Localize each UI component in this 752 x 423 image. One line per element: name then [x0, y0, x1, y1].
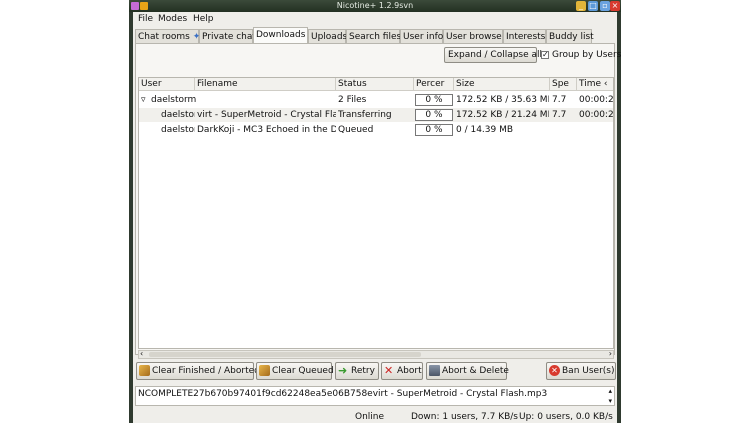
maximize-icon[interactable]: □: [588, 1, 598, 11]
log-window[interactable]: NCOMPLETE27b670b97401f9cd62248ea5e06B758…: [135, 386, 615, 406]
clear-queued-label: Clear Queued: [272, 366, 334, 376]
speed-cell: 7.7: [552, 95, 567, 105]
transfer-actions: Clear Finished / Aborted Clear Queued ➜ R…: [133, 362, 617, 380]
tab-label: Chat rooms: [138, 32, 190, 42]
menu-modes[interactable]: Modes: [158, 13, 187, 25]
abort-delete-label: Abort & Delete: [442, 366, 509, 376]
column-header-user[interactable]: User: [139, 78, 195, 91]
scroll-thumb[interactable]: [149, 352, 421, 357]
expander-icon[interactable]: ▿: [141, 93, 149, 107]
user-cell: daelstor: [161, 125, 195, 135]
scroll-right-icon[interactable]: ›: [609, 349, 612, 358]
status-bar: Online Down: 1 users, 7.7 KB/s Up: 0 use…: [133, 411, 617, 423]
expand-collapse-button[interactable]: Expand / Collapse all: [444, 47, 542, 63]
speed-cell: 7.7: [552, 110, 567, 120]
download-status: Down: 1 users, 7.7 KB/s: [411, 412, 518, 422]
downloads-panel: Expand / Collapse all ✓ Group by Users U…: [135, 43, 621, 359]
close-icon[interactable]: ×: [610, 1, 620, 11]
window-title: Nicotine+ 1.2.9svn: [336, 1, 414, 10]
group-by-users-checkbox[interactable]: ✓: [541, 51, 549, 59]
trash-icon: [429, 365, 440, 376]
tab-uploads[interactable]: Uploads: [308, 29, 347, 43]
clear-finished-button[interactable]: Clear Finished / Aborted: [136, 362, 260, 380]
user-cell: daelstorm: [151, 95, 197, 105]
tab-downloads[interactable]: Downloads: [253, 27, 308, 43]
tab-chat-rooms[interactable]: Chat rooms ✦: [135, 29, 200, 43]
upload-status: Up: 0 users, 0.0 KB/s: [519, 412, 613, 422]
app-window: Nicotine+ 1.2.9svn _ □ ▫ × File Modes He…: [129, 0, 621, 423]
column-header-status[interactable]: Status: [336, 78, 414, 91]
horizontal-scrollbar[interactable]: ‹ ›: [138, 349, 614, 359]
title-bar[interactable]: Nicotine+ 1.2.9svn _ □ ▫ ×: [129, 0, 621, 12]
tab-interests[interactable]: Interests: [503, 29, 546, 43]
column-header-percent[interactable]: Percer: [414, 78, 454, 91]
time-cell: 00:00:22: [579, 95, 614, 105]
column-header-size[interactable]: Size: [454, 78, 550, 91]
filename-cell: virt - SuperMetroid - Crystal Flash: [197, 110, 336, 120]
retry-label: Retry: [351, 366, 375, 376]
log-scroll-up-icon[interactable]: ▴: [608, 387, 612, 395]
abort-icon: ✕: [384, 364, 394, 377]
column-header-speed[interactable]: Spe: [550, 78, 577, 91]
downloads-table: User Filename Status Percer Size Spe Tim…: [138, 77, 614, 349]
table-row[interactable]: ▿ daelstorm 2 Files 0 % 172.52 KB / 35.6…: [139, 93, 614, 107]
connection-status: Online: [355, 412, 385, 422]
size-cell: 172.52 KB / 35.63 ME: [456, 95, 549, 105]
progress-bar: 0 %: [415, 109, 453, 121]
column-header-filename[interactable]: Filename: [195, 78, 336, 91]
menu-bar: File Modes Help: [133, 12, 617, 26]
retry-button[interactable]: ➜ Retry: [335, 362, 379, 380]
status-cell: 2 Files: [338, 95, 367, 105]
menu-file[interactable]: File: [138, 13, 153, 25]
menu-help[interactable]: Help: [193, 13, 214, 25]
table-row[interactable]: daelstor DarkKoji - MC3 Echoed in the Di…: [139, 123, 613, 137]
log-scroll-down-icon[interactable]: ▾: [608, 397, 612, 405]
clear-finished-label: Clear Finished / Aborted: [152, 366, 260, 376]
time-cell: 00:00:22: [579, 110, 614, 120]
tab-user-info[interactable]: User info: [400, 29, 443, 43]
scroll-left-icon[interactable]: ‹: [140, 349, 143, 358]
status-cell: Queued: [338, 125, 374, 135]
user-cell: daelstor: [161, 110, 195, 120]
filename-cell: DarkKoji - MC3 Echoed in the Dist: [197, 125, 336, 135]
abort-label: Abort: [397, 366, 422, 376]
clear-queued-button[interactable]: Clear Queued: [256, 362, 334, 380]
broom-icon: [139, 365, 150, 376]
abort-button[interactable]: ✕ Abort: [381, 362, 423, 380]
ban-user-button[interactable]: ✕ Ban User(s): [546, 362, 616, 380]
progress-bar: 0 %: [415, 124, 453, 136]
minimize-icon[interactable]: _: [576, 1, 586, 11]
tab-buddy-list[interactable]: Buddy list: [546, 29, 594, 43]
shade-icon[interactable]: ▫: [600, 1, 610, 11]
tab-search-files[interactable]: Search files: [346, 29, 401, 43]
size-cell: 0 / 14.39 MB: [456, 125, 514, 135]
retry-icon: ➜: [338, 364, 348, 377]
window-client: File Modes Help Chat rooms ✦ Private cha…: [133, 12, 621, 423]
group-by-users-label: Group by Users: [552, 50, 622, 60]
size-cell: 172.52 KB / 21.24 ME: [456, 110, 549, 120]
log-line: NCOMPLETE27b670b97401f9cd62248ea5e06B758…: [138, 389, 548, 399]
ban-user-label: Ban User(s): [562, 366, 615, 376]
abort-delete-button[interactable]: Abort & Delete: [426, 362, 509, 380]
status-cell: Transferring: [338, 110, 392, 120]
broom-icon: [259, 365, 270, 376]
ban-icon: ✕: [549, 365, 560, 376]
table-row[interactable]: daelstor virt - SuperMetroid - Crystal F…: [139, 108, 614, 122]
progress-bar: 0 %: [415, 94, 453, 106]
tab-private-chat[interactable]: Private chat: [199, 29, 256, 43]
tab-user-browse[interactable]: User browse: [443, 29, 503, 43]
column-header-time[interactable]: Time ‹: [577, 78, 613, 91]
